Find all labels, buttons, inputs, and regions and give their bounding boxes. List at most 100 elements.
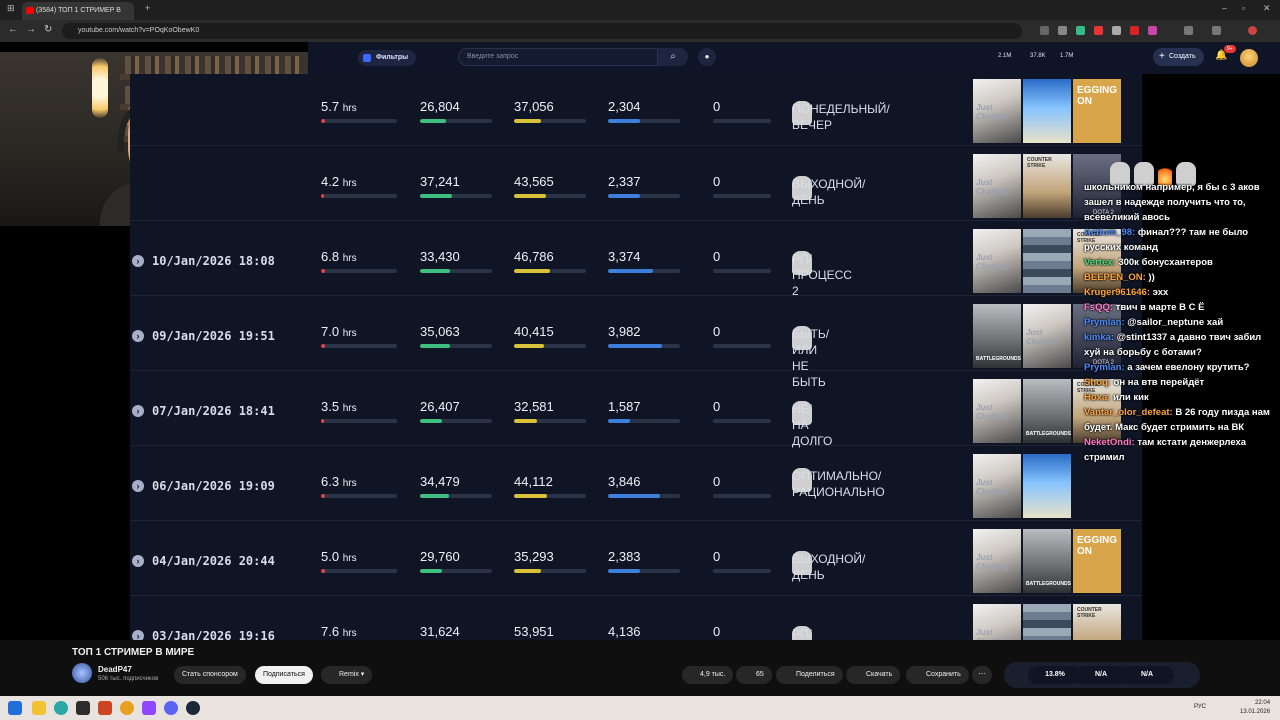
language-indicator[interactable]: РУС <box>1194 704 1206 710</box>
extension-icon[interactable] <box>1094 26 1103 35</box>
expand-row-icon[interactable]: › <box>132 480 144 492</box>
table-row[interactable]: › 03/Jan/2026 19:16 7.6 hrs 31,624 53,951 4,1… <box>130 596 1142 640</box>
explorer-icon[interactable] <box>32 701 46 715</box>
game-thumbnail[interactable] <box>1023 79 1071 143</box>
extension-icon[interactable] <box>1040 26 1049 35</box>
channel-avatar[interactable] <box>72 663 92 683</box>
remix-button[interactable]: Remix ▾ <box>321 666 373 684</box>
extensions-icon[interactable] <box>1184 26 1193 35</box>
maximize-icon[interactable]: ▫ <box>1242 3 1245 13</box>
voice-search-icon[interactable]: ● <box>698 48 716 66</box>
minimize-icon[interactable]: – <box>1222 3 1227 13</box>
chat-username[interactable]: Kruger961646: <box>1084 287 1150 298</box>
expand-row-icon[interactable]: › <box>132 330 144 342</box>
game-thumbnail[interactable]: Just Chatting <box>973 379 1021 443</box>
chat-username[interactable]: kimka: <box>1084 332 1114 343</box>
create-button[interactable]: Создать <box>1153 48 1204 66</box>
chat-username[interactable]: Vertex: <box>1084 257 1116 268</box>
chat-username[interactable]: Prymlan: <box>1084 317 1125 328</box>
game-thumbnail[interactable]: COUNTER STRIKE <box>1023 154 1071 218</box>
table-row[interactable]: › 07/Jan/2026 18:41 3.5 hrs 26,407 32,581 1,5… <box>130 371 1142 448</box>
table-row[interactable]: › 04/Jan/2026 20:44 5.0 hrs 29,760 35,293 2,3… <box>130 521 1142 596</box>
like-button[interactable]: 4,9 тыс. <box>682 666 734 684</box>
extension-icon[interactable] <box>1130 26 1139 35</box>
game-thumbnail[interactable]: BATTLEGROUNDS <box>1023 529 1071 593</box>
game-thumbnail[interactable]: EGGING ON <box>1073 79 1121 143</box>
save-button[interactable]: Сохранить <box>906 666 969 684</box>
table-row[interactable]: 5.7 hrs 26,804 37,056 2,304 0 ПОНЕДЕЛЬНЫЙ/ВЕЧ… <box>130 74 1142 146</box>
extension-icon[interactable] <box>1112 26 1121 35</box>
subscribe-button[interactable]: Подписаться <box>255 666 313 684</box>
game-thumbnail[interactable]: Just Chatting <box>973 529 1021 593</box>
back-icon[interactable]: ← <box>8 24 18 35</box>
extension-icon[interactable] <box>1076 26 1085 35</box>
game-thumbnail[interactable] <box>1023 229 1071 293</box>
chat-username[interactable]: BEEPEN_ON: <box>1084 272 1146 283</box>
chrome-icon[interactable] <box>120 701 134 715</box>
game-thumbnail[interactable]: BATTLEGROUNDS <box>1023 379 1071 443</box>
table-row[interactable]: 4.2 hrs 37,241 43,565 2,337 0 ВЫХОДНОЙ/ДЕНЬ Ju… <box>130 146 1142 221</box>
downloads-icon[interactable] <box>1212 26 1221 35</box>
table-row[interactable]: › 09/Jan/2026 19:51 7.0 hrs 35,063 40,415 3,9… <box>130 296 1142 389</box>
expand-row-icon[interactable]: › <box>132 405 144 417</box>
game-thumbnail[interactable]: Just Chatting <box>1023 304 1071 368</box>
filters-button[interactable]: Фильтры <box>358 50 417 66</box>
clock[interactable]: 22:04 13.01.2026 <box>1240 699 1270 717</box>
hours-value: 5.7 <box>321 99 340 114</box>
discord-icon[interactable] <box>164 701 178 715</box>
chat-overlay: школьником например, я бы с 3 аков зашел… <box>1084 180 1280 465</box>
expand-row-icon[interactable]: › <box>132 630 144 640</box>
game-thumbnail[interactable]: Just Chatting <box>973 154 1021 218</box>
chat-username[interactable]: FsQQ: <box>1084 302 1113 313</box>
window-menu-icon[interactable]: ⊞ <box>7 3 15 14</box>
stat-v3: 2,337 <box>608 174 641 189</box>
game-thumbnail[interactable] <box>1023 604 1071 640</box>
app-icon[interactable] <box>98 701 112 715</box>
reload-icon[interactable]: ↻ <box>44 24 52 35</box>
table-row[interactable]: › 10/Jan/2026 18:08 6.8 hrs 33,430 46,786 3,3… <box>130 221 1142 298</box>
search-input[interactable]: Введите запрос <box>458 48 658 66</box>
chat-username[interactable]: Vantar_olor_defeat: <box>1084 407 1173 418</box>
chat-username[interactable]: NeketOndi: <box>1084 437 1135 448</box>
game-thumbnail[interactable]: COUNTER STRIKE <box>1073 604 1121 640</box>
expand-row-icon[interactable]: › <box>132 255 144 267</box>
forward-icon[interactable]: → <box>26 24 36 35</box>
edge-icon[interactable] <box>54 701 68 715</box>
stat-v1: 31,624 <box>420 624 460 639</box>
game-thumbnail[interactable]: EGGING ON <box>1073 529 1121 593</box>
account-avatar[interactable] <box>1240 49 1258 67</box>
search-button[interactable]: ⌕ <box>658 48 688 66</box>
share-button[interactable]: Поделиться <box>776 666 843 684</box>
twitch-icon[interactable] <box>142 701 156 715</box>
close-window-icon[interactable]: ✕ <box>1263 3 1271 14</box>
extension-icon[interactable] <box>1148 26 1157 35</box>
more-actions-icon[interactable]: ⋯ <box>972 666 992 684</box>
extension-icon[interactable] <box>1058 26 1067 35</box>
game-thumbnail[interactable]: Just Chatting <box>973 79 1021 143</box>
new-tab-icon[interactable]: + <box>145 3 150 13</box>
expand-row-icon[interactable]: › <box>132 555 144 567</box>
game-thumbnail[interactable]: BATTLEGROUNDS <box>973 304 1021 368</box>
steam-icon[interactable] <box>186 701 200 715</box>
stat-v3: 4,136 <box>608 624 641 639</box>
sponsor-button[interactable]: Стать спонсором <box>174 666 246 684</box>
dislike-button[interactable]: 65 <box>736 666 772 684</box>
url-field[interactable]: youtube.com/watch?v=POqKoObewK0 <box>62 23 1022 39</box>
channel-name[interactable]: DeadP47 <box>98 665 132 674</box>
game-thumbnail[interactable]: Just Chatting <box>973 229 1021 293</box>
chat-username[interactable]: Actium_98: <box>1084 227 1135 238</box>
browser-tab[interactable]: (3584) ТОП 1 СТРИМЕР В <box>22 2 134 20</box>
chat-username[interactable]: Shoq: <box>1084 377 1111 388</box>
game-thumbnail[interactable] <box>1023 454 1071 518</box>
game-thumbnail[interactable]: Just Chatting <box>973 454 1021 518</box>
app-icon[interactable] <box>76 701 90 715</box>
chat-username[interactable]: Hoxa: <box>1084 392 1110 403</box>
table-row[interactable]: › 06/Jan/2026 19:09 6.3 hrs 34,479 44,112 3,8… <box>130 446 1142 521</box>
download-button[interactable]: Скачать <box>846 666 901 684</box>
chat-message: kimka: @stint1337 а давно твич забил хуй… <box>1084 330 1280 360</box>
game-thumbnail[interactable]: Just Chatting <box>973 604 1021 640</box>
start-icon[interactable] <box>8 701 22 715</box>
chat-username[interactable]: Prymlan: <box>1084 362 1125 373</box>
stat-v3: 3,374 <box>608 249 641 264</box>
profile-icon[interactable] <box>1248 26 1257 35</box>
